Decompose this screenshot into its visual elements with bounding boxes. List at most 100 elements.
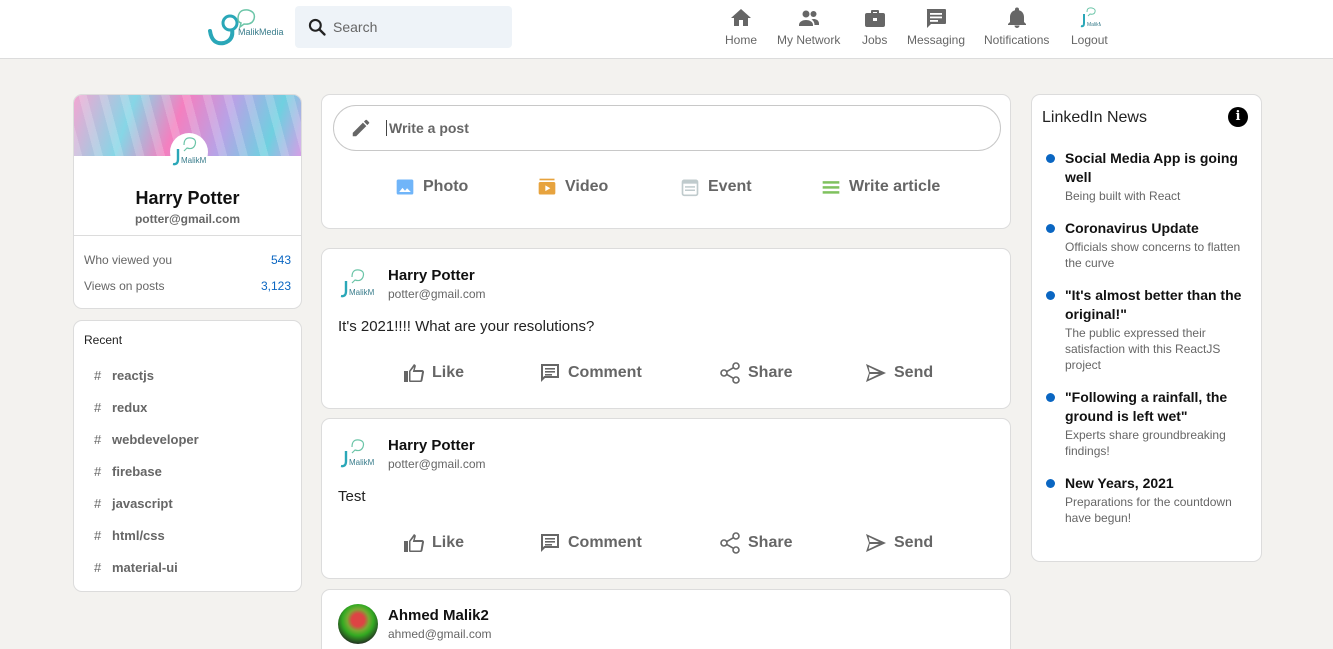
- hash-icon: #: [94, 463, 102, 479]
- thumbs-up-icon: [404, 534, 425, 553]
- send-button[interactable]: Send: [864, 531, 933, 555]
- share-button[interactable]: Share: [718, 531, 792, 555]
- recent-item-label: webdeveloper: [112, 431, 199, 447]
- post-author-email: potter@gmail.com: [388, 287, 486, 301]
- top-header: MalikMedia Home My Network Jobs Messagin…: [0, 0, 1333, 59]
- share-button[interactable]: Share: [718, 361, 792, 385]
- nav-messaging[interactable]: Messaging: [907, 6, 965, 50]
- stat-views-on-posts[interactable]: Views on posts 3,123: [84, 279, 291, 293]
- video-button[interactable]: Video: [537, 177, 608, 197]
- search-input[interactable]: [333, 19, 503, 35]
- stat-label: Views on posts: [84, 279, 165, 293]
- post-message: It's 2021!!!! What are your resolutions?: [338, 318, 595, 335]
- hash-icon: #: [94, 399, 102, 415]
- send-button[interactable]: Send: [864, 361, 933, 385]
- post-composer: Photo Video Event Write article: [321, 94, 1011, 229]
- photo-button[interactable]: Photo: [395, 177, 468, 197]
- news-list: Social Media App is going well Being buil…: [1042, 149, 1251, 526]
- bell-icon: [1007, 7, 1026, 28]
- search-icon: [308, 18, 326, 36]
- comment-label: Comment: [568, 534, 642, 551]
- post-author-name[interactable]: Ahmed Malik2: [388, 607, 489, 624]
- recent-item-label: javascript: [112, 495, 173, 511]
- briefcase-icon: [864, 10, 885, 27]
- recent-item[interactable]: # webdeveloper: [84, 423, 291, 455]
- svg-text:MalikM: MalikM: [1087, 22, 1101, 28]
- logo-text: MalikMedia: [238, 27, 284, 37]
- svg-text:MalikM: MalikM: [181, 156, 207, 165]
- like-button[interactable]: Like: [402, 361, 464, 385]
- comment-label: Comment: [568, 364, 642, 381]
- bullet-dot-icon: [1046, 393, 1055, 402]
- app-logo[interactable]: MalikMedia: [204, 5, 288, 47]
- recent-item[interactable]: # reactjs: [84, 359, 291, 391]
- event-label: Event: [708, 178, 752, 195]
- profile-name: Harry Potter: [135, 188, 240, 208]
- post-message: Test: [338, 488, 366, 505]
- recent-item[interactable]: # material-ui: [84, 551, 291, 583]
- news-item[interactable]: New Years, 2021 Preparations for the coun…: [1042, 474, 1251, 526]
- avatar-logo-icon: MalikM: [172, 137, 207, 166]
- write-post-field[interactable]: [333, 105, 1001, 151]
- comment-icon: [541, 364, 559, 382]
- news-item[interactable]: "It's almost better than the original!" T…: [1042, 286, 1251, 373]
- news-heading: New Years, 2021: [1065, 475, 1174, 491]
- stat-who-viewed[interactable]: Who viewed you 543: [84, 253, 291, 267]
- nav-jobs[interactable]: Jobs: [862, 6, 887, 50]
- nav-home[interactable]: Home: [725, 6, 757, 50]
- hash-icon: #: [94, 527, 102, 543]
- hash-icon: #: [94, 559, 102, 575]
- feed-post: MalikM Harry Potter potter@gmail.com It'…: [321, 248, 1011, 409]
- event-button[interactable]: Event: [680, 177, 752, 197]
- like-label: Like: [432, 534, 465, 551]
- news-item[interactable]: Coronavirus Update Officials show concern…: [1042, 219, 1251, 271]
- profile-avatar[interactable]: MalikM: [170, 133, 208, 171]
- write-article-button[interactable]: Write article: [821, 177, 940, 197]
- send-label: Send: [894, 364, 934, 381]
- nav-logout-label: Logout: [1071, 33, 1108, 47]
- post-author-name[interactable]: Harry Potter: [388, 267, 475, 284]
- post-avatar[interactable]: MalikM: [338, 265, 376, 303]
- bullet-dot-icon: [1046, 224, 1055, 233]
- recent-item[interactable]: # html/css: [84, 519, 291, 551]
- recent-title: Recent: [84, 333, 123, 347]
- article-icon: [822, 181, 840, 194]
- send-icon: [866, 364, 886, 382]
- comment-button[interactable]: Comment: [538, 531, 642, 555]
- composer-options: Photo Video Event Write article: [322, 177, 1010, 203]
- profile-card: MalikM Harry Potter potter@gmail.com Who…: [73, 94, 302, 309]
- svg-text:MalikM: MalikM: [349, 288, 375, 297]
- nav-notifications[interactable]: Notifications: [984, 6, 1049, 50]
- share-label: Share: [748, 534, 793, 551]
- nav-my-network[interactable]: My Network: [777, 6, 840, 50]
- news-item[interactable]: "Following a rainfall, the ground is lef…: [1042, 388, 1251, 459]
- recent-item[interactable]: # javascript: [84, 487, 291, 519]
- post-author-name[interactable]: Harry Potter: [388, 437, 475, 454]
- thumbs-up-icon: [404, 364, 425, 383]
- recent-item[interactable]: # firebase: [84, 455, 291, 487]
- chat-icon: [926, 9, 947, 28]
- like-button[interactable]: Like: [402, 531, 464, 555]
- write-article-label: Write article: [849, 178, 941, 195]
- write-post-input[interactable]: [386, 120, 966, 136]
- feed-post: Ahmed Malik2 ahmed@gmail.com: [321, 589, 1011, 649]
- nav-logout[interactable]: MalikM Logout: [1071, 6, 1108, 50]
- bullet-dot-icon: [1046, 154, 1055, 163]
- stat-label: Who viewed you: [84, 253, 173, 267]
- post-avatar[interactable]: [338, 604, 378, 644]
- photo-label: Photo: [423, 178, 469, 195]
- news-heading: Social Media App is going well: [1065, 150, 1238, 185]
- bullet-dot-icon: [1046, 479, 1055, 488]
- video-icon: [538, 178, 556, 195]
- comment-button[interactable]: Comment: [538, 361, 642, 385]
- post-author-email: potter@gmail.com: [388, 457, 486, 471]
- recent-item[interactable]: # redux: [84, 391, 291, 423]
- video-label: Video: [565, 178, 609, 195]
- recent-item-label: material-ui: [112, 559, 178, 575]
- post-avatar[interactable]: MalikM: [338, 435, 376, 473]
- search-bar[interactable]: [295, 6, 512, 48]
- news-item[interactable]: Social Media App is going well Being buil…: [1042, 149, 1251, 204]
- send-icon: [866, 534, 886, 552]
- news-subtitle: Preparations for the countdown have begu…: [1065, 495, 1232, 525]
- info-icon[interactable]: i: [1228, 107, 1248, 127]
